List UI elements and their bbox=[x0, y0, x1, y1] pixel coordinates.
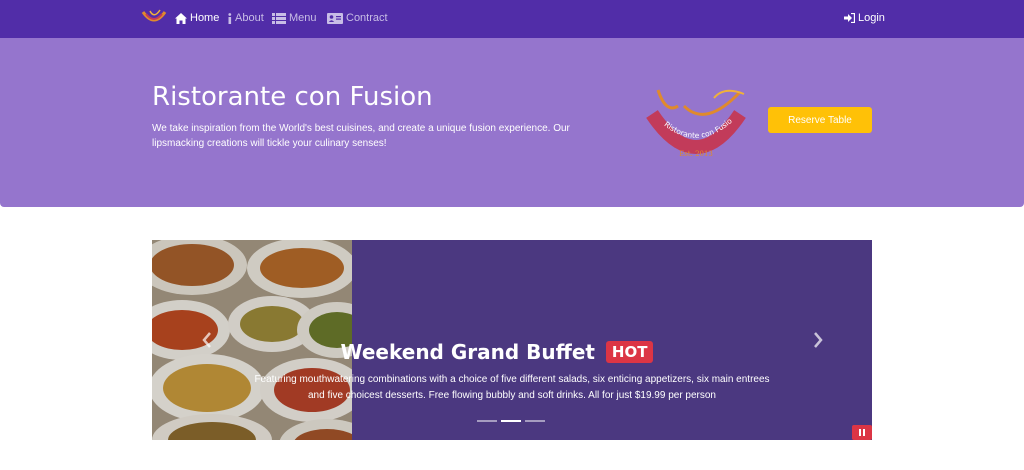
carousel-indicators bbox=[477, 420, 545, 422]
login-link[interactable]: Login bbox=[844, 12, 885, 24]
restaurant-logo: Ristorante con Fusion Est. 2013 bbox=[644, 84, 746, 158]
nav-contract-label: Contract bbox=[346, 12, 388, 24]
nav-about-label: About bbox=[235, 12, 264, 24]
nav-home-label: Home bbox=[190, 12, 220, 24]
address-card-icon bbox=[327, 12, 343, 24]
promo-carousel: Weekend Grand Buffet HOT Featuring mouth… bbox=[152, 240, 872, 440]
nav-menu-label: Menu bbox=[289, 12, 317, 24]
login-label: Login bbox=[858, 12, 885, 24]
nav-contract[interactable]: Contract bbox=[327, 12, 388, 24]
info-icon bbox=[228, 12, 232, 24]
carousel-indicator-3[interactable] bbox=[525, 420, 545, 422]
nav-home[interactable]: Home bbox=[175, 12, 219, 24]
hero-description: We take inspiration from the World's bes… bbox=[152, 123, 570, 149]
navbar: Home About Menu Contract Login bbox=[0, 0, 1024, 38]
carousel-title-text: Weekend Grand Buffet bbox=[340, 340, 595, 364]
home-icon bbox=[175, 12, 187, 24]
logo-icon[interactable] bbox=[141, 8, 167, 30]
nav-about[interactable]: About bbox=[227, 12, 264, 24]
sign-in-icon bbox=[844, 13, 855, 23]
pause-icon-bar-left bbox=[859, 429, 861, 436]
logo-est-text: Est. 2013 bbox=[679, 150, 713, 158]
carousel-caption-title: Weekend Grand Buffet HOT bbox=[152, 340, 872, 365]
carousel-indicator-1[interactable] bbox=[477, 420, 497, 422]
hero-title: Ristorante con Fusion bbox=[152, 82, 433, 112]
list-icon bbox=[272, 12, 286, 24]
carousel-caption-text: Featuring mouthwatering combinations wit… bbox=[254, 374, 770, 401]
hot-badge: HOT bbox=[605, 341, 654, 363]
pause-icon-bar-right bbox=[863, 429, 865, 436]
carousel-pause-button[interactable] bbox=[852, 425, 872, 440]
nav-menu[interactable]: Menu bbox=[272, 12, 317, 24]
reserve-table-button[interactable]: Reserve Table bbox=[768, 107, 872, 133]
hero-section: Ristorante con Fusion We take inspiratio… bbox=[0, 38, 1024, 207]
carousel-indicator-2[interactable] bbox=[501, 420, 521, 422]
